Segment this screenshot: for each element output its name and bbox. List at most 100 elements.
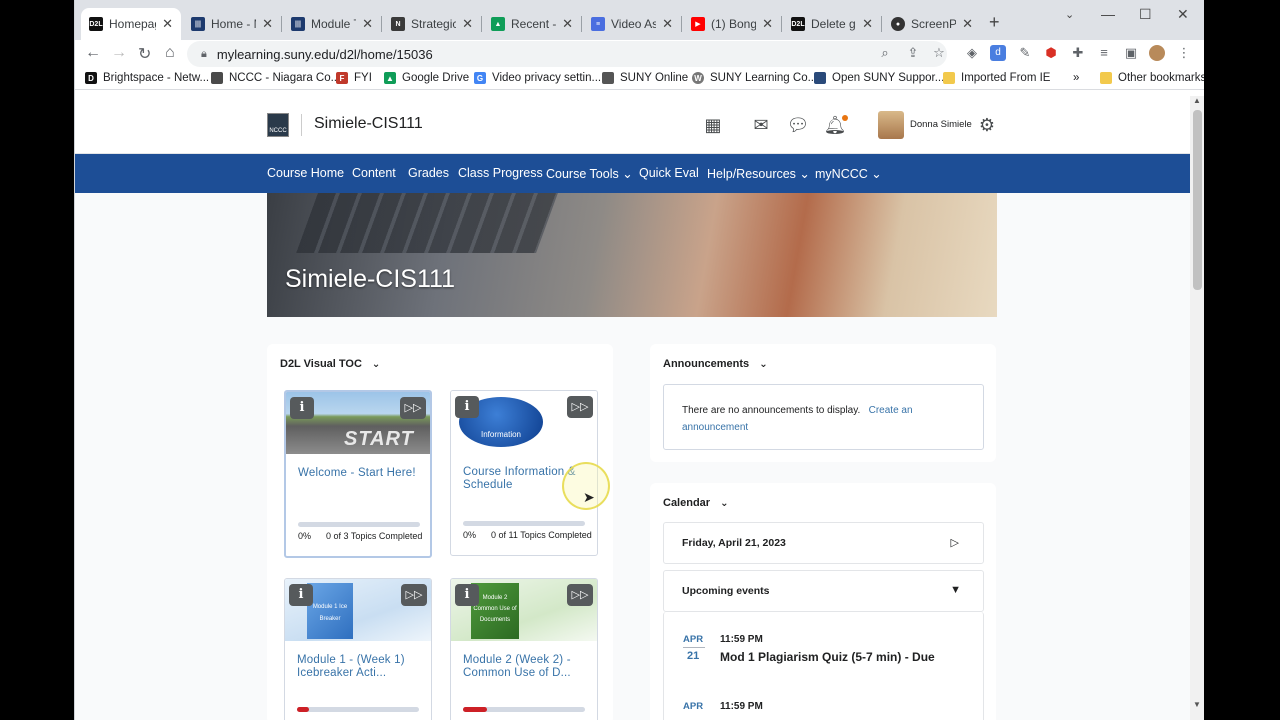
chevron-right-icon[interactable]: ▷ [951, 536, 959, 549]
tab-screenpal[interactable]: ● ScreenPal ✕ [883, 8, 981, 40]
close-tab-icon[interactable]: ✕ [562, 16, 573, 32]
nav-help-resources[interactable]: Help/Resources ⌄ [707, 166, 810, 181]
fast-forward-icon[interactable]: ▷▷ [567, 584, 593, 606]
nav-course-home[interactable]: Course Home [267, 166, 344, 180]
fast-forward-icon[interactable]: ▷▷ [400, 397, 426, 419]
open-suny-icon [814, 72, 826, 84]
bookmark-brightspace[interactable]: D Brightspace - Netw... [85, 72, 209, 84]
tab-recent-drive[interactable]: ▲ Recent - G ✕ [483, 8, 581, 40]
fast-forward-icon[interactable]: ▷▷ [567, 396, 593, 418]
puzzle-icon[interactable]: ✚ [1070, 45, 1086, 61]
more-bookmarks-button[interactable]: » [1073, 72, 1079, 84]
share-icon[interactable]: ⇪ [905, 45, 921, 61]
tab-home-m[interactable]: ||| Home - M ✕ [183, 8, 281, 40]
settings-gear-icon[interactable]: ⚙ [976, 114, 998, 136]
course-selector-grid-icon[interactable]: ▦ [702, 114, 724, 136]
widget-title[interactable]: Announcements ⌄ [663, 358, 768, 370]
nav-quick-eval[interactable]: Quick Eval [639, 166, 699, 180]
close-tab-icon[interactable]: ✕ [462, 16, 473, 32]
calendar-date-row[interactable]: Friday, April 21, 2023 ▷ [663, 522, 984, 564]
folder-icon [1100, 72, 1112, 84]
nav-course-tools[interactable]: Course Tools ⌄ [546, 166, 633, 181]
extension-badge-icon[interactable]: ⬢ [1043, 45, 1059, 61]
module-card[interactable]: Module 2 Common Use of Documents i ▷▷ Mo… [450, 578, 598, 720]
email-icon[interactable]: ✉ [750, 114, 772, 136]
close-tab-icon[interactable]: ✕ [662, 16, 673, 32]
card-title[interactable]: Module 1 - (Week 1) Icebreaker Acti... [297, 654, 425, 680]
info-icon[interactable]: i [289, 584, 313, 606]
nav-mynccc[interactable]: myNCCC ⌄ [815, 166, 882, 181]
close-window-icon[interactable]: ✕ [1177, 6, 1189, 23]
bookmark-suny-online[interactable]: SUNY Online [602, 72, 688, 84]
bookmark-fyi[interactable]: F FYI [336, 72, 372, 84]
page-scrollbar[interactable]: ▲ ▼ [1190, 96, 1204, 720]
tab-delete-grade[interactable]: D2L Delete gra ✕ [783, 8, 881, 40]
minimize-icon[interactable]: — [1101, 6, 1115, 22]
list-item[interactable]: APR 11:59 PM [683, 701, 983, 720]
tab-strategic[interactable]: N Strategic P ✕ [383, 8, 481, 40]
close-tab-icon[interactable]: ✕ [362, 16, 373, 32]
eyedropper-icon[interactable]: ✎ [1017, 45, 1033, 61]
progress-percent: 0% [298, 531, 312, 541]
fast-forward-icon[interactable]: ▷▷ [401, 584, 427, 606]
messages-icon[interactable]: 💬︎ [787, 114, 810, 136]
nav-content[interactable]: Content [352, 166, 396, 180]
favicon-icon: ||| [291, 17, 305, 31]
address-bar[interactable]: 🔒︎ mylearning.suny.edu/d2l/home/15036 [187, 41, 947, 67]
card-title[interactable]: Welcome - Start Here! [298, 467, 426, 480]
close-tab-icon[interactable]: ✕ [862, 16, 873, 32]
user-name[interactable]: Donna Simiele [910, 119, 972, 130]
bookmark-google-drive[interactable]: ▲ Google Drive [384, 72, 469, 84]
profile-avatar[interactable] [1149, 45, 1165, 61]
widget-title[interactable]: Calendar ⌄ [663, 497, 728, 509]
nav-grades[interactable]: Grades [408, 166, 449, 180]
list-item[interactable]: APR 21 11:59 PM Mod 1 Plagiarism Quiz (5… [683, 634, 983, 674]
card-title[interactable]: Module 2 (Week 2) - Common Use of D... [463, 654, 591, 680]
upcoming-events-row[interactable]: Upcoming events ▼ [663, 570, 984, 612]
close-tab-icon[interactable]: ✕ [762, 16, 773, 32]
close-tab-icon[interactable]: ✕ [162, 16, 173, 32]
bookmark-nccc[interactable]: NCCC - Niagara Co... [211, 72, 340, 84]
info-icon[interactable]: i [455, 584, 479, 606]
zoom-icon[interactable]: ⌕ [877, 45, 893, 61]
close-tab-icon[interactable]: ✕ [262, 16, 273, 32]
other-bookmarks[interactable]: Other bookmarks [1100, 72, 1204, 84]
bookmark-label: SUNY Learning Co... [710, 72, 818, 84]
maximize-icon[interactable]: ☐ [1139, 6, 1152, 23]
forward-icon[interactable]: → [111, 44, 127, 62]
info-icon[interactable]: i [455, 396, 479, 418]
course-title[interactable]: Simiele-CIS111 [314, 115, 423, 133]
new-tab-button[interactable]: + [989, 12, 1000, 33]
back-icon[interactable]: ← [85, 44, 101, 62]
widget-title[interactable]: D2L Visual TOC ⌄ [280, 358, 380, 370]
menu-kebab-icon[interactable]: ⋮ [1176, 45, 1192, 61]
caret-down-icon[interactable]: ▼ [950, 584, 961, 596]
side-panel-icon[interactable]: ▣ [1123, 45, 1139, 61]
tab-module-th[interactable]: ||| Module Th ✕ [283, 8, 381, 40]
bookmark-folder-imported[interactable]: Imported From IE [943, 72, 1050, 84]
tab-video-assi[interactable]: ≡ Video Assi ✕ [583, 8, 681, 40]
close-tab-icon[interactable]: ✕ [962, 16, 973, 32]
course-banner: Simiele-CIS111 [267, 193, 997, 317]
avatar[interactable] [878, 111, 904, 139]
tab-search-icon[interactable]: ⌄ [1065, 8, 1074, 21]
nccc-logo[interactable]: NCCC [267, 113, 289, 137]
module-card[interactable]: Module 1 Ice Breaker i ▷▷ Module 1 - (We… [284, 578, 432, 720]
bookmark-video-privacy[interactable]: G Video privacy settin... [474, 72, 601, 84]
bookmark-open-suny[interactable]: Open SUNY Suppor... [814, 72, 944, 84]
reading-list-icon[interactable]: ≡ [1096, 45, 1112, 61]
nav-class-progress[interactable]: Class Progress [458, 166, 543, 180]
extension-a-icon[interactable]: ◈ [964, 45, 980, 61]
home-icon[interactable]: ⌂ [165, 44, 175, 62]
tab-bongo[interactable]: ▶ (1) Bongo ✕ [683, 8, 781, 40]
scrollbar-thumb[interactable] [1193, 110, 1202, 290]
info-icon[interactable]: i [290, 397, 314, 419]
bookmark-suny-learning[interactable]: W SUNY Learning Co... [692, 72, 817, 84]
module-card[interactable]: START i ▷▷ Welcome - Start Here! 0% 0 of… [284, 390, 432, 558]
event-title[interactable]: Mod 1 Plagiarism Quiz (5-7 min) - Due [720, 650, 935, 664]
tab-homepage[interactable]: D2L Homepage ✕ [81, 8, 181, 40]
reload-icon[interactable]: ↻ [138, 44, 151, 64]
bookmark-star-icon[interactable]: ☆ [931, 45, 947, 61]
progress-bar [297, 707, 419, 712]
extension-d-icon[interactable]: d [990, 45, 1006, 61]
